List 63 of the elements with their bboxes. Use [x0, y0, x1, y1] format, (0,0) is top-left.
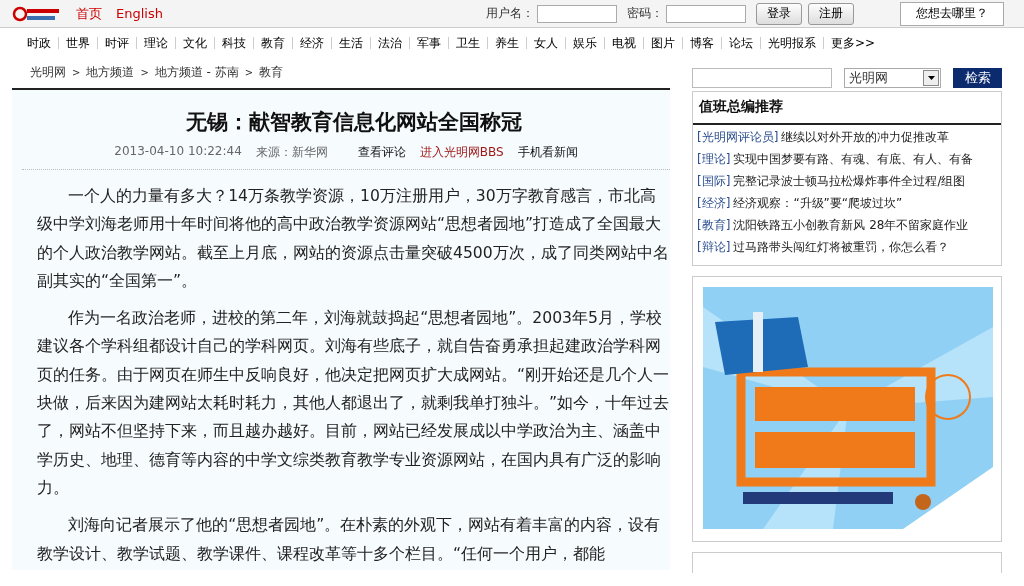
nav-link[interactable]: 生活: [332, 34, 370, 52]
nav-link[interactable]: 文化: [176, 34, 214, 52]
publish-date: 2013-04-10 10:22:44: [114, 144, 242, 160]
article-source: 来源：新华网: [255, 144, 328, 161]
breadcrumb-link[interactable]: 地方频道: [86, 64, 135, 81]
nav-link[interactable]: 世界: [59, 34, 97, 52]
category-link[interactable]: [理论]: [697, 151, 731, 168]
article-link[interactable]: 查看评论: [357, 144, 406, 161]
nav-link[interactable]: 养生: [488, 34, 526, 52]
category-link[interactable]: [辩论]: [697, 239, 731, 256]
username-label: 用户名：: [486, 5, 534, 22]
dropdown-arrow-icon: [927, 76, 935, 80]
where-to-button[interactable]: 您想去哪里？: [900, 1, 1004, 26]
headline-link[interactable]: 沈阳铁路五小创教育新风 28年不留家庭作业: [733, 217, 969, 234]
scope-dropdown[interactable]: 光明网: [844, 68, 942, 88]
headline-link[interactable]: 实现中国梦要有路、有魂、有底、有人、有备: [733, 151, 974, 168]
nav-link[interactable]: 光明报系: [761, 34, 823, 52]
category-link[interactable]: [光明网评论员]: [697, 129, 779, 146]
register-button[interactable]: 注册: [808, 2, 854, 25]
nav-link[interactable]: 经济: [293, 34, 331, 52]
category-link[interactable]: [国际]: [697, 173, 731, 190]
search-button[interactable]: 检索: [953, 68, 1002, 88]
headline-link[interactable]: 完整记录波士顿马拉松爆炸事件全过程/组图: [733, 173, 966, 190]
password-label: 密码：: [627, 5, 663, 22]
nav-link[interactable]: 法治: [371, 34, 409, 52]
username-field[interactable]: [537, 4, 617, 23]
top-link[interactable]: English: [116, 6, 163, 21]
nav-link[interactable]: 时评: [98, 34, 136, 52]
search-field[interactable]: [692, 68, 832, 88]
headline-link[interactable]: 继续以对外开放的冲力促推改革: [781, 129, 950, 146]
breadcrumb-link[interactable]: 教育: [259, 64, 284, 81]
top-link[interactable]: 首页: [76, 4, 102, 23]
nav-link[interactable]: 图片: [644, 34, 682, 52]
nav-link[interactable]: 博客: [683, 34, 721, 52]
article-paragraph: 刘海向记者展示了他的“思想者园地”。在朴素的外观下，网站有着丰富的内容，设有教学设计、教学试题、教学课件、课程改革等十多个栏目。“任何一个用户，都能: [37, 515, 662, 565]
nav-link[interactable]: 娱乐: [566, 34, 604, 52]
nav-link[interactable]: 科技: [215, 34, 253, 52]
panel-title: 值班总编推荐: [693, 92, 1001, 125]
nav-link[interactable]: 更多>>: [824, 34, 883, 52]
headline-link[interactable]: 经济观察：“升级”要“爬坡过坎”: [733, 195, 903, 212]
headline-link[interactable]: 过马路带头闯红灯将被重罚，你怎么看？: [733, 239, 950, 256]
article-link[interactable]: 手机看新闻: [517, 144, 578, 161]
nav-link[interactable]: 教育: [254, 34, 292, 52]
nav-link[interactable]: 电视: [605, 34, 643, 52]
article-title: 无锡：献智教育信息化网站全国称冠: [184, 109, 523, 136]
breadcrumb-link[interactable]: 地方频道 - 苏南: [154, 64, 239, 81]
breadcrumb-link[interactable]: 光明网: [30, 64, 66, 81]
nav-link[interactable]: 论坛: [722, 34, 760, 52]
article-link[interactable]: 进入光明网BBS: [419, 144, 504, 161]
password-field[interactable]: [666, 4, 746, 23]
breadcrumb-separator: >: [244, 67, 254, 78]
article-paragraph: 一个人的力量有多大？14万条教学资源，10万注册用户，30万字教育感言，市北高级中学刘海老师用十年时间将他的高中政治教学资源网站“思想者园地”打造成了全国最大的个人政治教学网站。截至上月底，网站的资源点击量突破4500万次，成了同类网站中名副其实的“全国第一”。: [37, 186, 670, 292]
login-button[interactable]: 登录: [756, 2, 802, 25]
nav-link[interactable]: 卫生: [449, 34, 487, 52]
category-link[interactable]: [教育]: [697, 217, 731, 234]
article-paragraph: 作为一名政治老师，进校的第二年，刘海就鼓捣起“思想者园地”。2003年5月，学校建议各个学科组都设计自己的学科网页。刘海有些底子，就自告奋勇承担起建政治学科网页的任务。由于网页在师生中反响良好，他决定把网页扩大成网站。“刚开始还是几个人一块做，后来因为建网站太耗时耗力，其他人都退出了，就剩我单打独斗。”如今，十年过去了，网站不但坚持下来，而且越办越好。目前，网站已经发展成以中学政治为主、涵盖中学历史、地理、德育等内容的中学文综类教育教学专业资源网站，在国内具有广泛的影响力。: [37, 308, 671, 499]
nav-link[interactable]: 军事: [410, 34, 448, 52]
nav-link[interactable]: 理论: [137, 34, 175, 52]
nav-link[interactable]: 女人: [527, 34, 565, 52]
nav-link[interactable]: 时政: [20, 34, 58, 52]
breadcrumb-separator: >: [72, 67, 81, 78]
category-link[interactable]: [经济]: [697, 195, 731, 212]
breadcrumb-separator: >: [140, 67, 149, 78]
